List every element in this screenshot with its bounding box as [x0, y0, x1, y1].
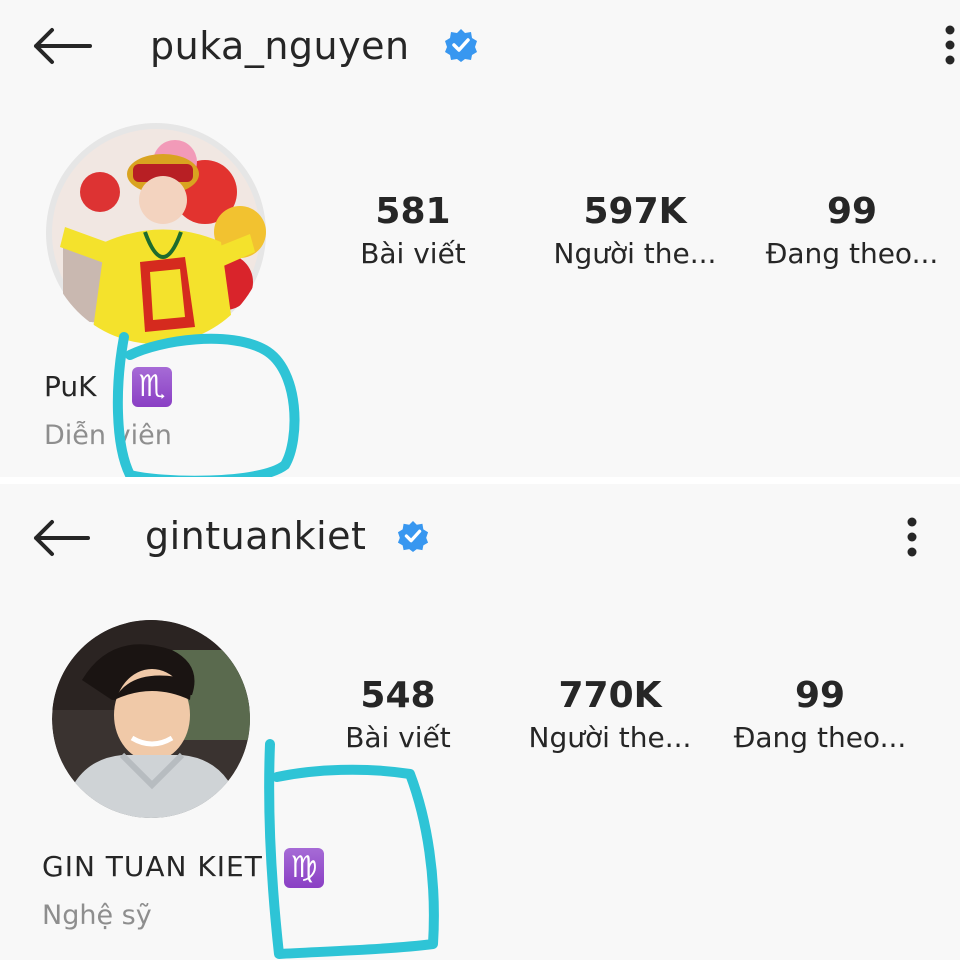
followers-count[interactable]: 770K Người the... — [505, 674, 715, 758]
profile-panel-puka: puka_nguyen 581 Bài viết 597K Người the.… — [0, 0, 960, 477]
following-count[interactable]: 99 Đang theo... — [752, 190, 952, 274]
category-label: Diễn viên — [44, 420, 172, 451]
posts-count-value: 548 — [360, 675, 436, 716]
more-options-icon[interactable] — [902, 516, 922, 560]
username: gintuankiet — [145, 514, 367, 558]
followers-count-value: 770K — [558, 675, 662, 716]
image-divider — [0, 477, 960, 484]
display-name: GIN TUAN KIET — [42, 850, 263, 883]
username: puka_nguyen — [150, 24, 410, 68]
following-count-label: Đang theo... — [733, 721, 907, 754]
posts-count[interactable]: 581 Bài viết — [330, 190, 496, 274]
avatar[interactable] — [45, 122, 267, 344]
highlight-rectangle-annotation — [264, 739, 439, 959]
posts-count-value: 581 — [375, 191, 451, 232]
following-count-value: 99 — [794, 675, 846, 716]
posts-count[interactable]: 548 Bài viết — [315, 674, 481, 758]
profile-panel-gintuankiet: gintuankiet 548 Bài viết 770K Người the.… — [0, 484, 960, 960]
category-label: Nghệ sỹ — [42, 900, 152, 931]
back-arrow-icon[interactable] — [30, 26, 92, 66]
following-count[interactable]: 99 Đang theo... — [720, 674, 920, 758]
posts-count-label: Bài viết — [360, 237, 466, 270]
verified-badge-icon — [397, 520, 429, 552]
zodiac-scorpio-icon: ♏ — [132, 367, 172, 407]
followers-count-value: 597K — [583, 191, 687, 232]
following-count-value: 99 — [826, 191, 878, 232]
followers-count-label: Người the... — [553, 237, 717, 270]
back-arrow-icon[interactable] — [30, 518, 90, 558]
posts-count-label: Bài viết — [345, 721, 451, 754]
avatar[interactable] — [52, 620, 250, 818]
profile-header: puka_nguyen — [0, 0, 960, 100]
display-name: PuK — [44, 370, 97, 403]
profile-header: gintuankiet — [0, 484, 960, 584]
followers-count[interactable]: 597K Người the... — [530, 190, 740, 274]
following-count-label: Đang theo... — [765, 237, 939, 270]
zodiac-virgo-icon: ♍ — [284, 848, 324, 888]
more-options-icon[interactable] — [940, 24, 960, 68]
followers-count-label: Người the... — [528, 721, 692, 754]
verified-badge-icon — [445, 29, 477, 62]
